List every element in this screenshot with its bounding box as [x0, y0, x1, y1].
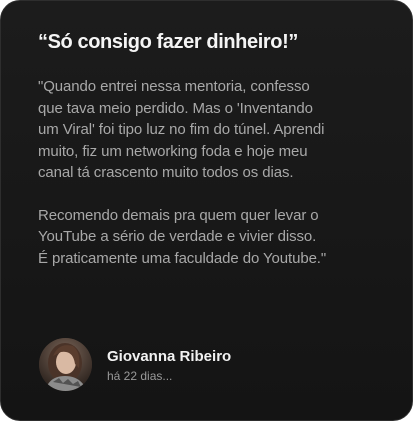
quote-paragraph: Recomendo demais pra quem quer levar o Y… [38, 206, 327, 267]
author-name: Giovanna Ribeiro [107, 348, 232, 365]
testimonial-card: “Só consigo fazer dinheiro!” "Quando ent… [0, 0, 413, 421]
testimonial-quote: "Quando entrei nessa mentoria, confesso … [38, 76, 398, 269]
post-timestamp: há 22 dias... [107, 369, 173, 383]
testimonial-headline: “Só consigo fazer dinheiro!” [38, 31, 298, 53]
avatar [39, 338, 92, 391]
user-photo-avatar-icon [39, 338, 92, 391]
quote-paragraph: "Quando entrei nessa mentoria, confesso … [38, 78, 325, 181]
